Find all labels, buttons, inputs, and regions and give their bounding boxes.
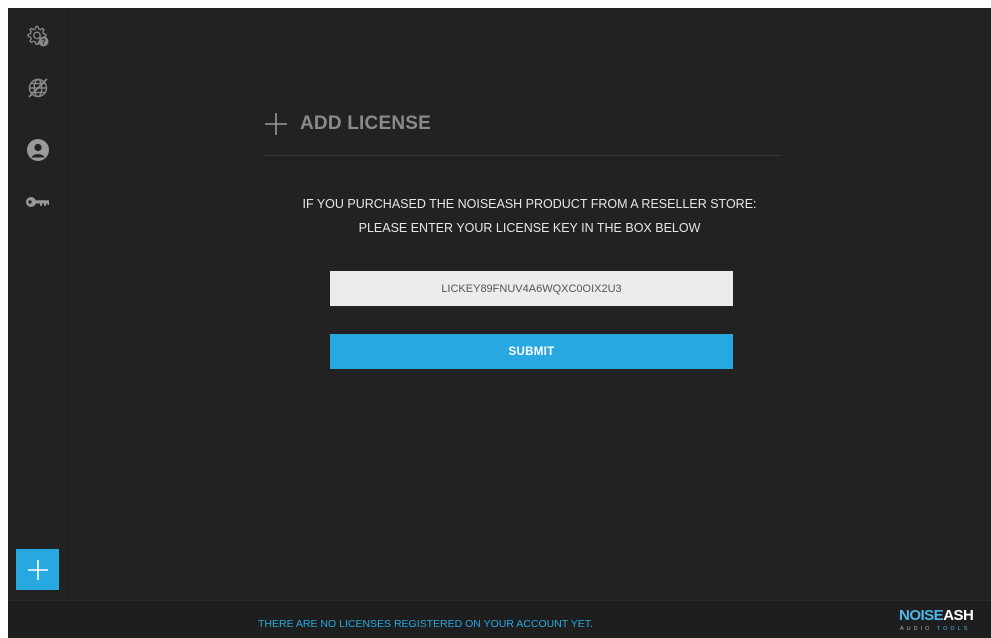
header-divider xyxy=(264,155,781,156)
instruction-line-2: PLEASE ENTER YOUR LICENSE KEY IN THE BOX… xyxy=(358,221,701,235)
instruction-line-1: IF YOU PURCHASED THE NOISEASH PRODUCT FR… xyxy=(302,197,757,211)
license-key-input[interactable] xyxy=(330,271,733,306)
plus-icon xyxy=(27,559,48,580)
settings-help-icon[interactable]: ? xyxy=(24,22,52,50)
page-title: ADD LICENSE xyxy=(300,113,431,134)
app-window: ? ADD LICENSE IF YOU PURCHASED THE NOISE… xyxy=(8,8,991,638)
add-license-button[interactable] xyxy=(16,549,59,590)
submit-button[interactable]: SUBMIT xyxy=(330,334,733,369)
footer-bar: THERE ARE NO LICENSES REGISTERED ON YOUR… xyxy=(8,600,991,638)
license-key-icon[interactable] xyxy=(24,188,52,216)
plus-icon xyxy=(265,113,287,135)
noiseash-logo: NOISEASH AUDIO TOOLS xyxy=(899,607,977,635)
add-license-header: ADD LICENSE xyxy=(264,112,431,136)
svg-text:?: ? xyxy=(41,37,46,46)
sidebar: ? xyxy=(8,8,68,600)
offline-globe-icon[interactable] xyxy=(24,74,52,102)
brand-name: NOISEASH xyxy=(899,607,974,624)
license-status-text: THERE ARE NO LICENSES REGISTERED ON YOUR… xyxy=(258,618,593,630)
main-content: ADD LICENSE IF YOU PURCHASED THE NOISEAS… xyxy=(68,8,991,600)
brand-tagline: AUDIO TOOLS xyxy=(900,626,971,632)
user-account-icon[interactable] xyxy=(24,136,52,164)
